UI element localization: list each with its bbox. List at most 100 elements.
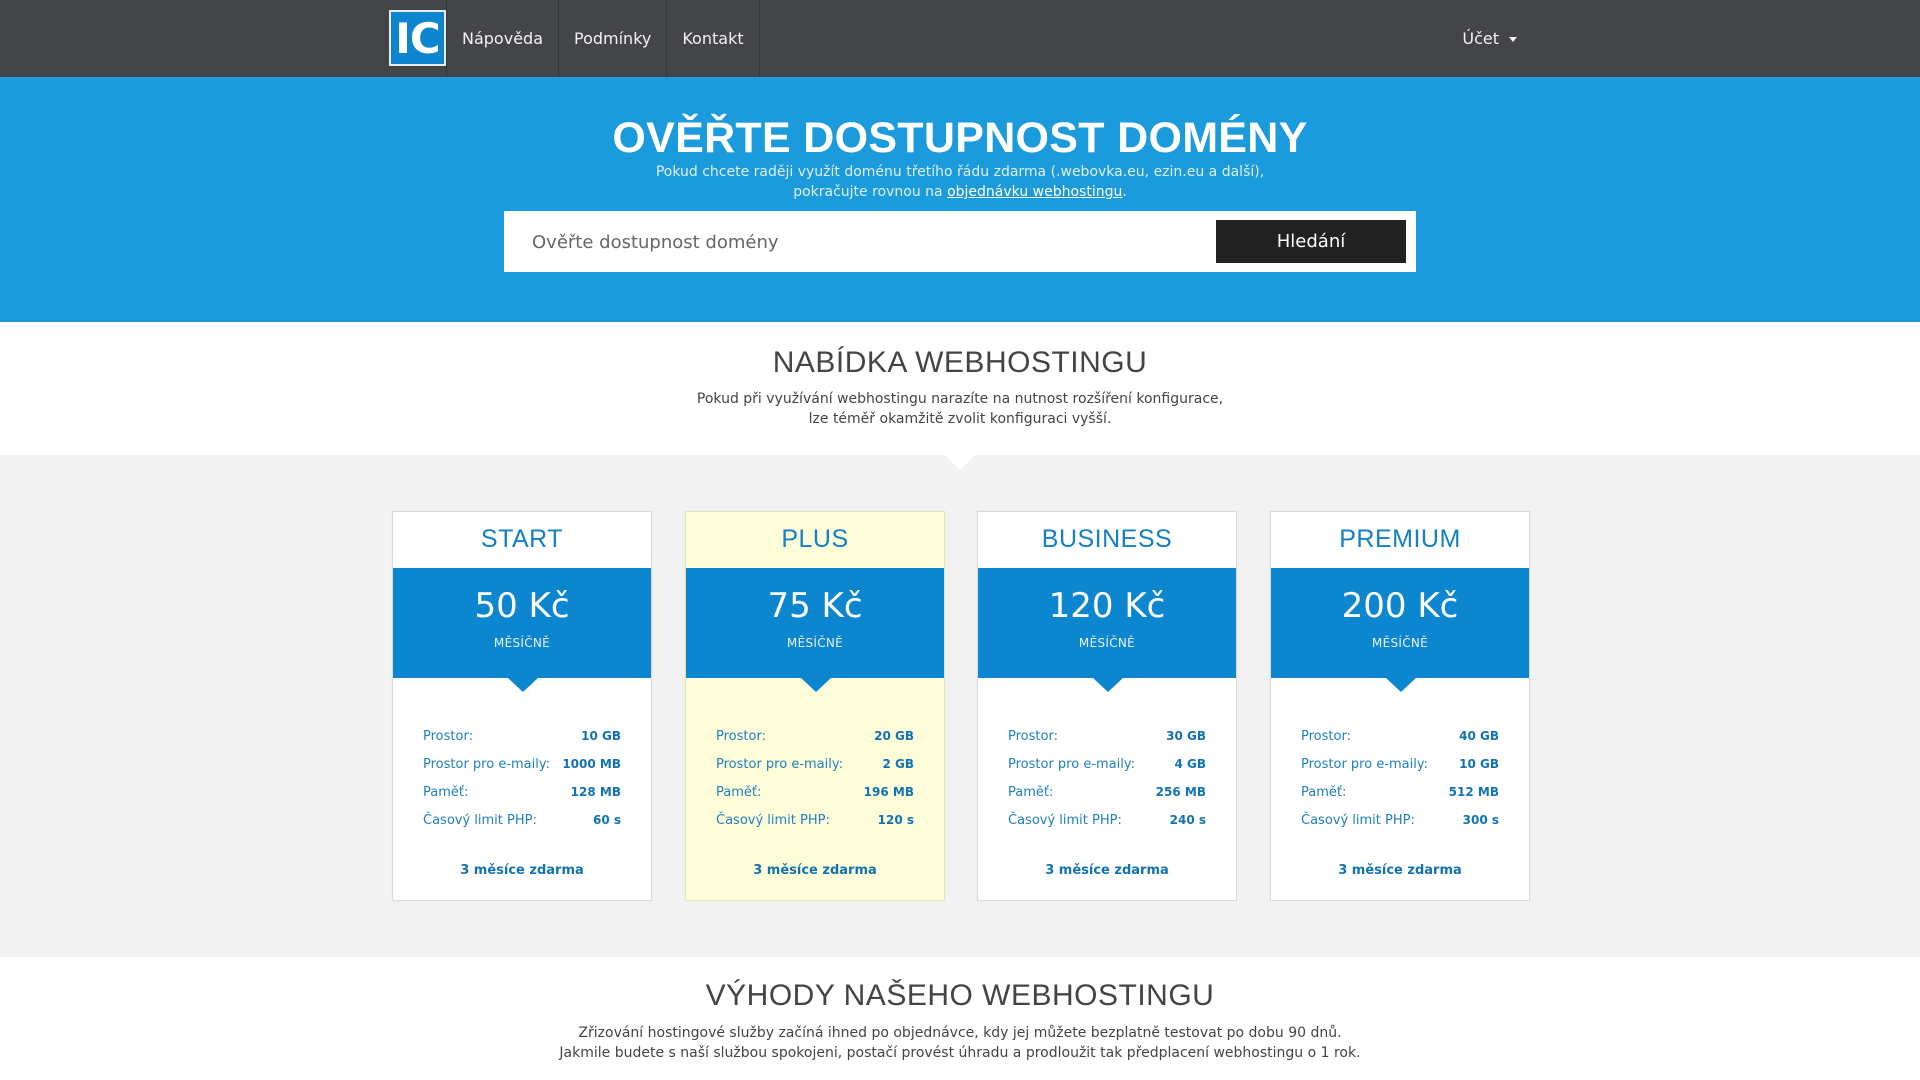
spec-value: 4 GB <box>1174 757 1206 771</box>
spec-row: Paměť: 128 MB <box>423 785 621 813</box>
spec-value: 120 s <box>877 813 914 827</box>
account-label: Účet <box>1462 29 1499 48</box>
logo-text: IC <box>395 13 440 63</box>
spec-value: 196 MB <box>863 785 914 799</box>
nav-link-terms[interactable]: Podmínky <box>559 0 668 77</box>
spec-value: 128 MB <box>570 785 621 799</box>
spec-value: 512 MB <box>1448 785 1499 799</box>
hero-subtitle-suffix: . <box>1122 184 1127 200</box>
spec-value: 20 GB <box>874 729 914 743</box>
plan-card-start[interactable]: START 50 Kč MĚSÍČNĚ Prostor: 10 GB Prosto… <box>392 511 652 901</box>
account-dropdown[interactable]: Účet <box>1462 0 1517 77</box>
plan-price-box: 120 Kč MĚSÍČNĚ <box>978 568 1236 678</box>
spec-row: Časový limit PHP: 60 s <box>423 813 621 841</box>
spec-row: Časový limit PHP: 240 s <box>1008 813 1206 841</box>
benefits-subtitle-line1: Zřizování hostingové služby začíná ihned… <box>578 1025 1342 1041</box>
plan-card-business[interactable]: BUSINESS 120 Kč MĚSÍČNĚ Prostor: 30 GB Pr… <box>977 511 1237 901</box>
domain-search-hero: OVĚŘTE DOSTUPNOST DOMÉNY Pokud chcete ra… <box>0 77 1920 322</box>
offer-title: NABÍDKA WEBHOSTINGU <box>772 346 1148 379</box>
spec-value: 300 s <box>1462 813 1499 827</box>
spec-label: Paměť: <box>1008 785 1054 800</box>
spec-label: Prostor pro e-maily: <box>423 757 550 772</box>
offer-section-header: NABÍDKA WEBHOSTINGU Pokud při využívání … <box>0 322 1920 455</box>
benefits-section: VÝHODY NAŠEHO WEBHOSTINGU Zřizování host… <box>0 957 1920 1080</box>
offer-subtitle-line1: Pokud při využívání webhostingu narazíte… <box>696 391 1224 407</box>
spec-label: Prostor pro e-maily: <box>716 757 843 772</box>
spec-label: Prostor: <box>423 729 473 744</box>
plan-price-box: 200 Kč MĚSÍČNĚ <box>1271 568 1529 678</box>
spec-value: 240 s <box>1169 813 1206 827</box>
spec-row: Prostor: 40 GB <box>1301 729 1499 757</box>
spec-label: Časový limit PHP: <box>1008 813 1122 828</box>
plan-period: MĚSÍČNĚ <box>786 636 844 650</box>
plan-period: MĚSÍČNĚ <box>493 636 551 650</box>
spec-label: Paměť: <box>423 785 469 800</box>
offer-subtitle-line2: lze téměř okamžitě zvolit konfiguraci vy… <box>808 411 1112 427</box>
plans-area: START 50 Kč MĚSÍČNĚ Prostor: 10 GB Prosto… <box>0 455 1920 957</box>
plan-card-plus[interactable]: PLUS 75 Kč MĚSÍČNĚ Prostor: 20 GB Prostor… <box>685 511 945 901</box>
spec-label: Paměť: <box>1301 785 1347 800</box>
plan-name: START <box>480 525 564 553</box>
plan-price: 50 Kč <box>474 586 570 626</box>
plan-promo-link[interactable]: 3 měsíce zdarma <box>1271 863 1529 878</box>
plan-promo-link[interactable]: 3 měsíce zdarma <box>686 863 944 878</box>
plan-price: 120 Kč <box>1048 586 1166 626</box>
plan-price-box: 75 Kč MĚSÍČNĚ <box>686 568 944 678</box>
top-navbar: IC Nápověda Podmínky Kontakt Účet <box>0 0 1920 77</box>
spec-value: 1000 MB <box>562 757 621 771</box>
benefits-subtitle: Zřizování hostingové služby začíná ihned… <box>0 1023 1920 1063</box>
spec-label: Časový limit PHP: <box>1301 813 1415 828</box>
nav-links: Nápověda Podmínky Kontakt <box>446 0 760 77</box>
spec-row: Časový limit PHP: 120 s <box>716 813 914 841</box>
price-arrow-icon <box>801 678 831 692</box>
plan-name: PLUS <box>781 525 849 553</box>
spec-value: 2 GB <box>882 757 914 771</box>
plan-specs: Prostor: 10 GB Prostor pro e-maily: 1000 M… <box>423 729 621 841</box>
spec-label: Časový limit PHP: <box>423 813 537 828</box>
spec-row: Prostor pro e-maily: 2 GB <box>716 757 914 785</box>
spec-row: Prostor pro e-maily: 1000 MB <box>423 757 621 785</box>
plan-price: 75 Kč <box>767 586 863 626</box>
domain-search-input[interactable] <box>532 223 1172 261</box>
spec-label: Prostor pro e-maily: <box>1008 757 1135 772</box>
plan-period: MĚSÍČNĚ <box>1078 636 1136 650</box>
spec-value: 256 MB <box>1155 785 1206 799</box>
nav-link-help[interactable]: Nápověda <box>446 0 559 77</box>
spec-value: 60 s <box>592 813 621 827</box>
spec-value: 30 GB <box>1166 729 1206 743</box>
hero-subtitle-line2: pokračujte rovnou na objednávku webhosti… <box>0 182 1920 202</box>
plan-card-premium[interactable]: PREMIUM 200 Kč MĚSÍČNĚ Prostor: 40 GB Pro… <box>1270 511 1530 901</box>
spec-row: Prostor pro e-maily: 10 GB <box>1301 757 1499 785</box>
spec-row: Paměť: 512 MB <box>1301 785 1499 813</box>
plan-specs: Prostor: 20 GB Prostor pro e-maily: 2 GB P… <box>716 729 914 841</box>
spec-label: Paměť: <box>716 785 762 800</box>
spec-label: Časový limit PHP: <box>716 813 830 828</box>
plan-promo-link[interactable]: 3 měsíce zdarma <box>393 863 651 878</box>
benefits-title: VÝHODY NAŠEHO WEBHOSTINGU <box>705 979 1215 1012</box>
spec-label: Prostor pro e-maily: <box>1301 757 1428 772</box>
navbar-inner: IC Nápověda Podmínky Kontakt Účet <box>389 0 1517 77</box>
hero-title: OVĚŘTE DOSTUPNOST DOMÉNY <box>612 114 1308 162</box>
plan-period: MĚSÍČNĚ <box>1371 636 1429 650</box>
hero-subtitle-line1: Pokud chcete raději využít doménu třetíh… <box>655 164 1265 180</box>
hosting-order-link[interactable]: objednávku webhostingu <box>947 184 1122 200</box>
price-arrow-icon <box>1386 678 1416 692</box>
price-arrow-icon <box>508 678 538 692</box>
plan-name: PREMIUM <box>1339 525 1461 553</box>
plan-specs: Prostor: 40 GB Prostor pro e-maily: 10 GB … <box>1301 729 1499 841</box>
plan-promo-link[interactable]: 3 měsíce zdarma <box>978 863 1236 878</box>
domain-search-box: Hledání <box>504 211 1416 272</box>
section-pointer <box>945 455 975 470</box>
spec-row: Prostor: 10 GB <box>423 729 621 757</box>
spec-row: Časový limit PHP: 300 s <box>1301 813 1499 841</box>
caret-down-icon <box>1509 37 1517 42</box>
spec-row: Prostor: 30 GB <box>1008 729 1206 757</box>
spec-value: 10 GB <box>581 729 621 743</box>
nav-link-contact[interactable]: Kontakt <box>667 0 760 77</box>
plan-name: BUSINESS <box>1041 525 1173 553</box>
spec-label: Prostor: <box>1008 729 1058 744</box>
site-logo[interactable]: IC <box>389 10 446 66</box>
spec-value: 10 GB <box>1459 757 1499 771</box>
search-button[interactable]: Hledání <box>1216 220 1406 263</box>
hero-subtitle-prefix: pokračujte rovnou na <box>793 184 948 200</box>
